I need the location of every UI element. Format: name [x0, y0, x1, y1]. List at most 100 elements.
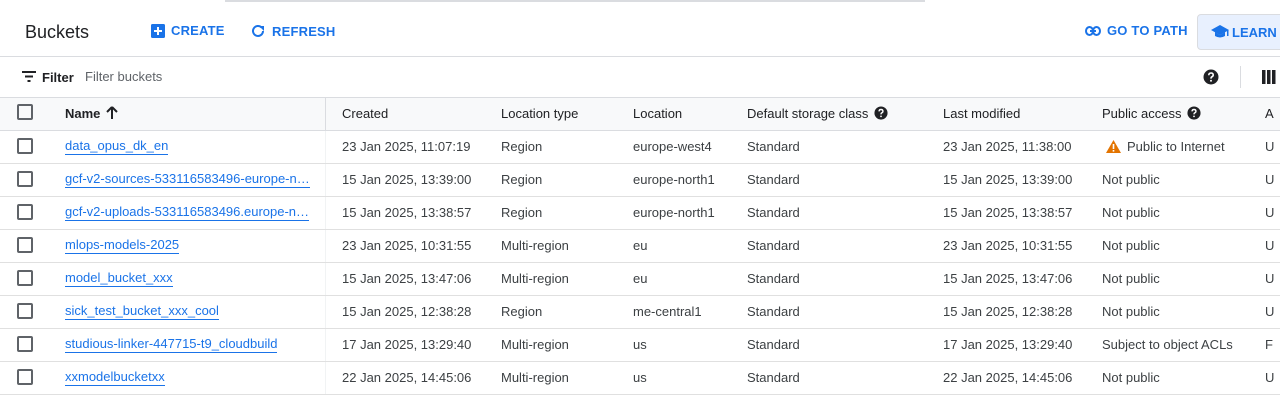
access-control-header-label: A [1265, 106, 1274, 122]
filter-icon[interactable] [22, 71, 36, 82]
bucket-name-link[interactable]: model_bucket_xxx [65, 270, 173, 288]
public-access-cell: Not public [1086, 295, 1249, 329]
location-type-cell: Multi-region [485, 361, 617, 395]
table-row[interactable]: data_opus_dk_en 23 Jan 2025, 11:07:19 Regi… [0, 130, 1280, 164]
learn-button[interactable]: LEARN [1197, 14, 1280, 50]
row-checkbox[interactable] [17, 270, 33, 287]
public-access-value: Public to Internet [1127, 139, 1225, 154]
select-all-checkbox[interactable] [17, 103, 33, 120]
location-cell: europe-west4 [617, 130, 731, 164]
public-access-cell: Not public [1086, 163, 1249, 197]
column-header-public-access[interactable]: Public access [1086, 98, 1249, 131]
location-type-cell: Region [485, 295, 617, 329]
location-type-cell: Region [485, 130, 617, 164]
column-header-last-modified[interactable]: Last modified [927, 98, 1086, 131]
arrow-up-icon[interactable] [106, 106, 119, 120]
last-modified-cell: 23 Jan 2025, 11:38:00 [927, 130, 1086, 164]
storage-class-cell: Standard [731, 229, 927, 263]
bucket-name-link[interactable]: gcf-v2-uploads-533116583496.europe-n… [65, 204, 310, 222]
location-type-cell: Multi-region [485, 262, 617, 296]
row-select-cell [0, 262, 42, 296]
link-icon [1085, 25, 1101, 36]
column-header-storage-class[interactable]: Default storage class [731, 98, 927, 131]
last-modified-cell: 15 Jan 2025, 13:39:00 [927, 163, 1086, 197]
bucket-name-cell: gcf-v2-uploads-533116583496.europe-n… [42, 196, 326, 230]
bucket-name-link[interactable]: sick_test_bucket_xxx_cool [65, 303, 219, 321]
bucket-name-link[interactable]: mlops-models-2025 [65, 237, 180, 255]
row-select-cell [0, 229, 42, 263]
table-row[interactable]: gcf-v2-uploads-533116583496.europe-n… 15 … [0, 196, 1280, 230]
row-checkbox[interactable] [17, 204, 33, 221]
table-row[interactable]: studious-linker-447715-t9_cloudbuild 17 J… [0, 328, 1280, 362]
create-button[interactable]: CREATE [151, 23, 225, 38]
column-header-created[interactable]: Created [325, 98, 485, 131]
filter-input[interactable] [85, 69, 885, 84]
public-access-value: Not public [1102, 172, 1160, 187]
go-to-path-label: GO TO PATH [1107, 23, 1188, 38]
toolbar-divider [1240, 66, 1241, 88]
last-modified-cell: 15 Jan 2025, 13:47:06 [927, 262, 1086, 296]
table-row[interactable]: model_bucket_xxx 15 Jan 2025, 13:47:06 Mul… [0, 262, 1280, 296]
access-control-cell: U [1249, 262, 1280, 296]
created-cell: 15 Jan 2025, 13:47:06 [325, 262, 485, 296]
table-row[interactable]: xxmodelbucketxx 22 Jan 2025, 14:45:06 Mult… [0, 361, 1280, 395]
last-modified-cell: 17 Jan 2025, 13:29:40 [927, 328, 1086, 362]
row-checkbox[interactable] [17, 303, 33, 320]
public-access-value: Not public [1102, 238, 1160, 253]
column-header-location[interactable]: Location [617, 98, 731, 131]
table-row[interactable]: mlops-models-2025 23 Jan 2025, 10:31:55 Mu… [0, 229, 1280, 263]
row-select-cell [0, 163, 42, 197]
row-checkbox[interactable] [17, 237, 33, 254]
table-row[interactable]: sick_test_bucket_xxx_cool 15 Jan 2025, 12… [0, 295, 1280, 329]
access-control-cell: U [1249, 229, 1280, 263]
row-select-cell [0, 295, 42, 329]
bucket-name-link[interactable]: data_opus_dk_en [65, 138, 169, 156]
row-select-cell [0, 130, 42, 164]
column-header-name[interactable]: Name [42, 98, 326, 131]
location-type-cell: Region [485, 163, 617, 197]
column-header-location-type[interactable]: Location type [485, 98, 617, 131]
help-icon[interactable] [1203, 69, 1219, 85]
public-access-cell: Not public [1086, 229, 1249, 263]
storage-class-cell: Standard [731, 196, 927, 230]
storage-class-cell: Standard [731, 328, 927, 362]
public-access-value: Not public [1102, 370, 1160, 385]
access-control-cell: U [1249, 295, 1280, 329]
column-display-icon[interactable] [1262, 70, 1276, 84]
name-header-label: Name [65, 106, 101, 122]
created-cell: 23 Jan 2025, 10:31:55 [325, 229, 485, 263]
row-checkbox[interactable] [17, 171, 33, 188]
page-header: Buckets CREATE REFRESH GO TO PATH LEARN [0, 8, 1280, 57]
bucket-name-cell: gcf-v2-sources-533116583496-europe-n… [42, 163, 326, 197]
go-to-path-button[interactable]: GO TO PATH [1085, 23, 1188, 38]
bucket-name-link[interactable]: xxmodelbucketxx [65, 369, 165, 387]
public-access-cell: Not public [1086, 262, 1249, 296]
created-cell: 15 Jan 2025, 13:38:57 [325, 196, 485, 230]
storage-class-cell: Standard [731, 130, 927, 164]
created-header-label: Created [342, 106, 389, 122]
location-type-cell: Multi-region [485, 229, 617, 263]
row-checkbox[interactable] [17, 336, 33, 353]
bucket-name-cell: studious-linker-447715-t9_cloudbuild [42, 328, 326, 362]
table-header-row: Name Created Location type Location Defa… [0, 98, 1280, 131]
bucket-name-link[interactable]: studious-linker-447715-t9_cloudbuild [65, 336, 278, 354]
last-modified-cell: 23 Jan 2025, 10:31:55 [927, 229, 1086, 263]
location-type-cell: Region [485, 196, 617, 230]
warning-icon [1106, 139, 1121, 153]
help-icon[interactable] [874, 106, 888, 120]
add-box-icon [151, 23, 165, 38]
help-icon[interactable] [1187, 106, 1202, 120]
row-checkbox[interactable] [17, 138, 33, 155]
location-cell: us [617, 328, 731, 362]
refresh-button[interactable]: REFRESH [250, 23, 336, 39]
access-control-cell: U [1249, 196, 1280, 230]
table-row[interactable]: gcf-v2-sources-533116583496-europe-n… 15 … [0, 163, 1280, 197]
top-strip [0, 0, 1280, 8]
column-header-access-control[interactable]: A [1249, 98, 1280, 131]
bucket-name-link[interactable]: gcf-v2-sources-533116583496-europe-n… [65, 171, 310, 189]
public-access-cell: Public to Internet [1086, 130, 1249, 164]
row-checkbox[interactable] [17, 369, 33, 386]
last-modified-cell: 22 Jan 2025, 14:45:06 [927, 361, 1086, 395]
storage-class-header-label: Default storage class [747, 106, 869, 122]
last-modified-cell: 15 Jan 2025, 12:38:28 [927, 295, 1086, 329]
